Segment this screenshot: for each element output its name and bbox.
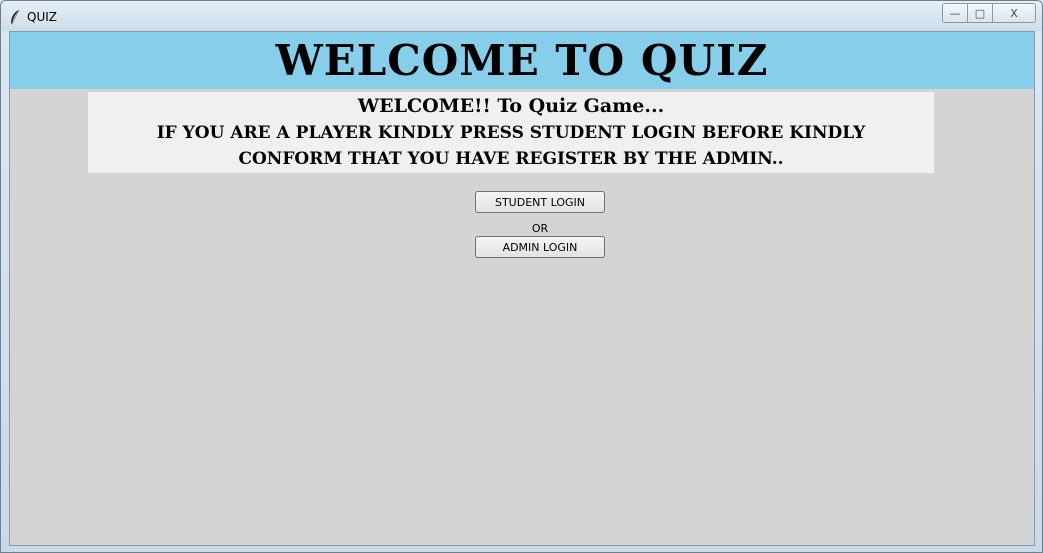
minimize-icon: — xyxy=(949,6,961,20)
admin-login-button[interactable]: ADMIN LOGIN xyxy=(475,236,605,258)
welcome-line-2: IF YOU ARE A PLAYER KINDLY PRESS STUDENT… xyxy=(156,123,866,143)
welcome-message-box: WELCOME!! To Quiz Game... IF YOU ARE A P… xyxy=(88,92,934,173)
feather-icon xyxy=(11,9,20,25)
student-login-button[interactable]: STUDENT LOGIN xyxy=(475,191,605,213)
window-controls: — □ X xyxy=(942,3,1036,23)
window-title: QUIZ xyxy=(27,10,57,24)
minimize-button[interactable]: — xyxy=(942,3,968,23)
page-title: WELCOME TO QUIZ xyxy=(275,36,769,85)
close-icon: X xyxy=(1010,6,1018,20)
or-label: OR xyxy=(531,222,549,235)
maximize-button[interactable]: □ xyxy=(968,3,993,23)
close-button[interactable]: X xyxy=(993,3,1036,23)
welcome-line-3: CONFORM THAT YOU HAVE REGISTER BY THE AD… xyxy=(238,149,784,169)
maximize-icon: □ xyxy=(974,6,986,20)
welcome-line-1: WELCOME!! To Quiz Game... xyxy=(357,95,665,117)
title-bar[interactable]: QUIZ — □ X xyxy=(1,1,1042,31)
client-area: WELCOME TO QUIZ WELCOME!! To Quiz Game..… xyxy=(9,31,1035,546)
app-window: QUIZ — □ X WELCOME TO QUIZ WELCOME!! To … xyxy=(0,0,1043,553)
